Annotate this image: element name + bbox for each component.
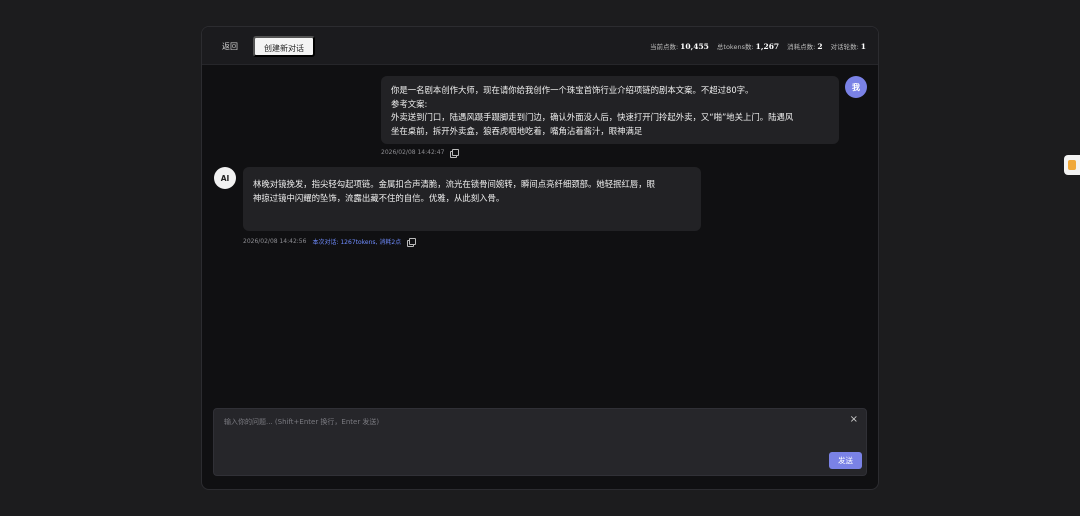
message-line: 参考文案: bbox=[391, 98, 428, 109]
stat-value: 1 bbox=[860, 42, 866, 51]
stat-label: 当前点数: bbox=[649, 43, 679, 51]
stat-label: 消耗点数: bbox=[787, 43, 816, 51]
message-input[interactable] bbox=[214, 409, 866, 475]
ai-message-meta: 2026/02/08 14:42:56 本次对话: 1267tokens, 消耗… bbox=[243, 237, 416, 247]
stat-label: 总tokens数: bbox=[716, 43, 754, 51]
stat-current-points: 当前点数: 10,455 bbox=[650, 41, 709, 51]
new-chat-button[interactable]: 创建新对话 bbox=[253, 36, 315, 57]
stat-value: 10,455 bbox=[680, 42, 709, 51]
stat-value: 2 bbox=[817, 42, 823, 51]
message-line: 神掠过镜中闪耀的坠饰，流露出藏不住的自信。优雅，从此刻入骨。 bbox=[253, 193, 505, 203]
stat-label: 对话轮数: bbox=[830, 43, 859, 51]
user-message-bubble: 你是一名剧本创作大师，现在请你给我创作一个珠宝首饰行业介绍项链的剧本文案。不超过… bbox=[381, 76, 839, 144]
close-icon[interactable]: × bbox=[850, 415, 858, 425]
copy-icon[interactable] bbox=[450, 149, 459, 158]
back-button[interactable]: 返回 bbox=[214, 37, 246, 57]
usage-link[interactable]: 本次对话: 1267tokens, 消耗2点 bbox=[312, 237, 401, 246]
ai-avatar: AI bbox=[214, 167, 236, 189]
user-message-meta: 2026/02/08 14:42:47 bbox=[381, 149, 459, 158]
message-line: 林晚对镜挽发，指尖轻勾起项链。金属扣合声清脆，流光在锁骨间婉转，瞬间点亮纤细颈部… bbox=[253, 179, 655, 189]
message-line: 坐在桌前，拆开外卖盒，狼吞虎咽地吃着，嘴角沾着酱汁，眼神满足 bbox=[391, 125, 643, 136]
top-bar: 返回 创建新对话 当前点数: 10,455 总tokens数: 1,267 消耗点数… bbox=[202, 27, 878, 65]
stat-rounds: 对话轮数: 1 bbox=[831, 41, 866, 51]
chat-window: 返回 创建新对话 当前点数: 10,455 总tokens数: 1,267 消耗点数… bbox=[201, 26, 879, 490]
message-timestamp: 2026/02/08 14:42:47 bbox=[381, 149, 445, 156]
send-button[interactable]: 发送 bbox=[829, 452, 862, 469]
user-avatar: 我 bbox=[845, 76, 867, 98]
composer: × 发送 bbox=[213, 408, 867, 476]
widget-icon bbox=[1068, 160, 1076, 170]
floating-widget[interactable] bbox=[1064, 155, 1080, 175]
message-timestamp: 2026/02/08 14:42:56 bbox=[243, 238, 307, 245]
message-line: 外卖送到门口，陆遇风蹑手蹑脚走到门边，确认外面没人后，快速打开门拎起外卖，又“啪… bbox=[391, 112, 794, 122]
stat-consumed-points: 消耗点数: 2 bbox=[787, 41, 822, 51]
message-line: 你是一名剧本创作大师，现在请你给我创作一个珠宝首饰行业介绍项链的剧本文案。不超过… bbox=[391, 85, 754, 95]
ai-message-bubble: 林晚对镜挽发，指尖轻勾起项链。金属扣合声清脆，流光在锁骨间婉转，瞬间点亮纤细颈部… bbox=[243, 167, 701, 231]
copy-icon[interactable] bbox=[407, 238, 416, 247]
stat-total-tokens: 总tokens数: 1,267 bbox=[717, 41, 779, 51]
stats-bar: 当前点数: 10,455 总tokens数: 1,267 消耗点数: 2 对话轮数: 1 bbox=[650, 27, 866, 65]
stat-value: 1,267 bbox=[755, 42, 780, 51]
